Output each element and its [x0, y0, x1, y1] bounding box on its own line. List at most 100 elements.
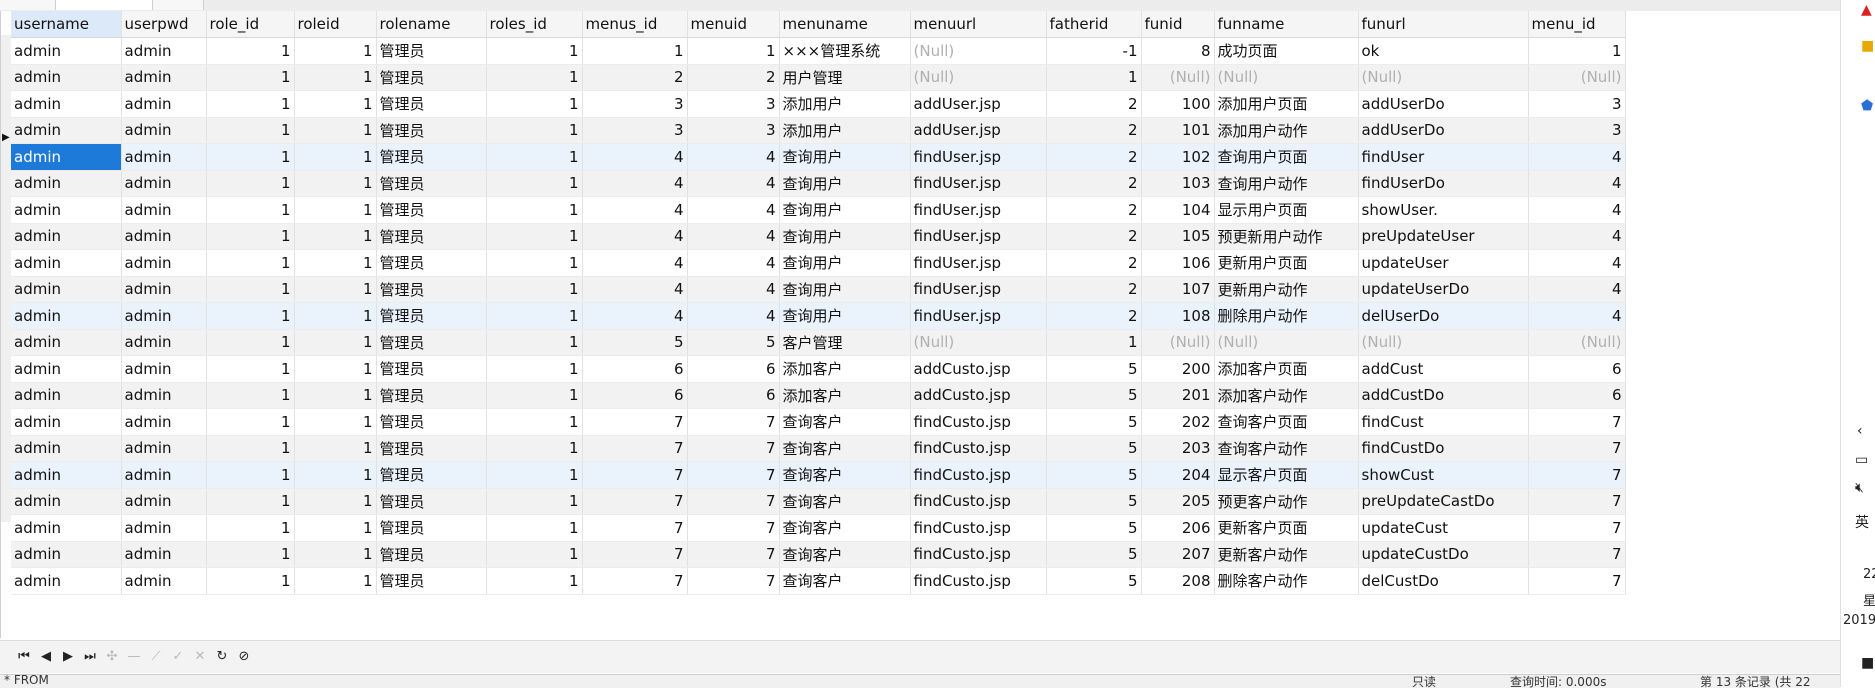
cell-roles-id[interactable]: 1	[486, 408, 583, 436]
cell-funname[interactable]: 添加用户动作	[1214, 117, 1359, 144]
cell-menu-id[interactable]: 4	[1528, 302, 1626, 330]
cell-roles-id[interactable]: 1	[486, 223, 583, 250]
cell-username[interactable]: admin	[11, 541, 122, 568]
cell-menuid[interactable]: 5	[687, 329, 780, 356]
cell-menu-id[interactable]: 4	[1528, 143, 1626, 171]
cell-funid[interactable]: 202	[1141, 408, 1215, 436]
cell-role-id[interactable]: 1	[206, 276, 295, 303]
cell-roleid[interactable]: 1	[294, 117, 377, 144]
cell-menuname[interactable]: 查询客户	[779, 567, 911, 595]
cell-username[interactable]: admin	[11, 276, 122, 303]
table-row[interactable]: admin admin 1 1 管理员 1 4 4 查询用户 findUser.jsp 2 108 删除…	[11, 302, 1626, 330]
cell-roles-id[interactable]: 1	[486, 90, 583, 118]
notification-icon[interactable]: ■	[1861, 655, 1874, 671]
cell-userpwd[interactable]: admin	[121, 37, 207, 65]
cell-menuid[interactable]: 7	[687, 541, 780, 568]
cell-userpwd[interactable]: admin	[121, 567, 207, 595]
ime-icon[interactable]: 英	[1855, 512, 1869, 532]
cell-menuid[interactable]: 4	[687, 302, 780, 330]
cell-menuname[interactable]: ×××管理系统	[779, 37, 911, 65]
column-header-menus-id[interactable]: menus_id	[582, 11, 688, 38]
cell-username[interactable]: admin	[11, 514, 122, 542]
cell-menus-id[interactable]: 4	[582, 196, 688, 224]
cell-funurl[interactable]: updateUserDo	[1358, 276, 1529, 303]
cell-menu-id[interactable]: 7	[1528, 435, 1626, 462]
cell-role-id[interactable]: 1	[206, 541, 295, 568]
cell-username[interactable]: admin	[11, 64, 122, 91]
result-grid[interactable]: ▶ username userpwd role_id roleid rolename ro…	[0, 11, 1841, 638]
cell-role-id[interactable]: 1	[206, 355, 295, 383]
cell-fatherid[interactable]: 2	[1046, 196, 1142, 224]
cell-menuurl[interactable]: findCusto.jsp	[910, 567, 1047, 595]
tab-info[interactable]	[0, 0, 56, 10]
table-row[interactable]: admin admin 1 1 管理员 1 6 6 添加客户 addCusto.jsp 5 200 添加…	[11, 355, 1626, 383]
cell-userpwd[interactable]: admin	[121, 382, 207, 409]
cell-fatherid[interactable]: 5	[1046, 435, 1142, 462]
cell-role-id[interactable]: 1	[206, 302, 295, 330]
next-record-icon[interactable]: ▶	[58, 647, 78, 667]
cell-funid[interactable]: 103	[1141, 170, 1215, 197]
cell-userpwd[interactable]: admin	[121, 143, 207, 171]
column-header-fatherid[interactable]: fatherid	[1046, 11, 1142, 38]
cell-role-id[interactable]: 1	[206, 461, 295, 489]
cell-funname[interactable]: 查询用户页面	[1214, 143, 1359, 171]
cell-fatherid[interactable]: 5	[1046, 461, 1142, 489]
cell-roleid[interactable]: 1	[294, 382, 377, 409]
cell-userpwd[interactable]: admin	[121, 461, 207, 489]
cell-menuurl[interactable]: findUser.jsp	[910, 196, 1047, 224]
cell-userpwd[interactable]: admin	[121, 488, 207, 515]
cell-funurl[interactable]: preUpdateCastDo	[1358, 488, 1529, 515]
cell-roleid[interactable]: 1	[294, 408, 377, 436]
cell-funid[interactable]: 203	[1141, 435, 1215, 462]
column-header-funid[interactable]: funid	[1141, 11, 1215, 38]
cell-username[interactable]: admin	[11, 143, 122, 171]
cell-roles-id[interactable]: 1	[486, 461, 583, 489]
cell-fatherid[interactable]: 2	[1046, 276, 1142, 303]
cell-menus-id[interactable]: 7	[582, 488, 688, 515]
cell-userpwd[interactable]: admin	[121, 435, 207, 462]
cell-menuid[interactable]: 4	[687, 223, 780, 250]
cell-funurl[interactable]: findCustDo	[1358, 435, 1529, 462]
cell-roles-id[interactable]: 1	[486, 567, 583, 595]
apply-icon[interactable]: ✓	[168, 647, 188, 667]
cell-roles-id[interactable]: 1	[486, 37, 583, 65]
cell-fatherid[interactable]: 2	[1046, 170, 1142, 197]
cell-username[interactable]: admin	[11, 302, 122, 330]
table-row[interactable]: admin admin 1 1 管理员 1 4 4 查询用户 findUser.jsp 2 103 查询…	[11, 170, 1626, 197]
cell-fatherid[interactable]: 5	[1046, 514, 1142, 542]
column-header-funname[interactable]: funname	[1214, 11, 1359, 38]
cell-userpwd[interactable]: admin	[121, 408, 207, 436]
cell-fatherid[interactable]: 1	[1046, 64, 1142, 91]
cell-funurl[interactable]: (Null)	[1358, 329, 1529, 356]
cell-username[interactable]: admin	[11, 355, 122, 383]
cell-role-id[interactable]: 1	[206, 382, 295, 409]
cell-funname[interactable]: 显示用户页面	[1214, 196, 1359, 224]
cell-funurl[interactable]: addCust	[1358, 355, 1529, 383]
cell-rolename[interactable]: 管理员	[376, 37, 487, 65]
cell-roleid[interactable]: 1	[294, 302, 377, 330]
cell-roleid[interactable]: 1	[294, 196, 377, 224]
edit-record-icon[interactable]: ⟋	[146, 647, 166, 667]
add-record-icon[interactable]: ✣	[102, 647, 122, 667]
cell-menus-id[interactable]: 7	[582, 567, 688, 595]
cell-userpwd[interactable]: admin	[121, 302, 207, 330]
cell-roles-id[interactable]: 1	[486, 541, 583, 568]
cell-funname[interactable]: 添加客户动作	[1214, 382, 1359, 409]
table-row[interactable]: admin admin 1 1 管理员 1 4 4 查询用户 findUser.jsp 2 107 更新…	[11, 276, 1626, 303]
cell-role-id[interactable]: 1	[206, 435, 295, 462]
cell-menuid[interactable]: 7	[687, 567, 780, 595]
cell-fatherid[interactable]: 5	[1046, 541, 1142, 568]
cell-rolename[interactable]: 管理员	[376, 143, 487, 171]
column-header-roleid[interactable]: roleid	[294, 11, 377, 38]
cell-funname[interactable]: 删除用户动作	[1214, 302, 1359, 330]
cell-role-id[interactable]: 1	[206, 170, 295, 197]
cell-menu-id[interactable]: 7	[1528, 567, 1626, 595]
cell-menus-id[interactable]: 7	[582, 408, 688, 436]
cell-rolename[interactable]: 管理员	[376, 170, 487, 197]
cell-role-id[interactable]: 1	[206, 90, 295, 118]
cell-menuname[interactable]: 查询用户	[779, 196, 911, 224]
battery-icon[interactable]: ▭	[1855, 452, 1868, 468]
cell-username[interactable]: admin	[11, 249, 122, 277]
cell-role-id[interactable]: 1	[206, 488, 295, 515]
cell-fatherid[interactable]: 2	[1046, 249, 1142, 277]
